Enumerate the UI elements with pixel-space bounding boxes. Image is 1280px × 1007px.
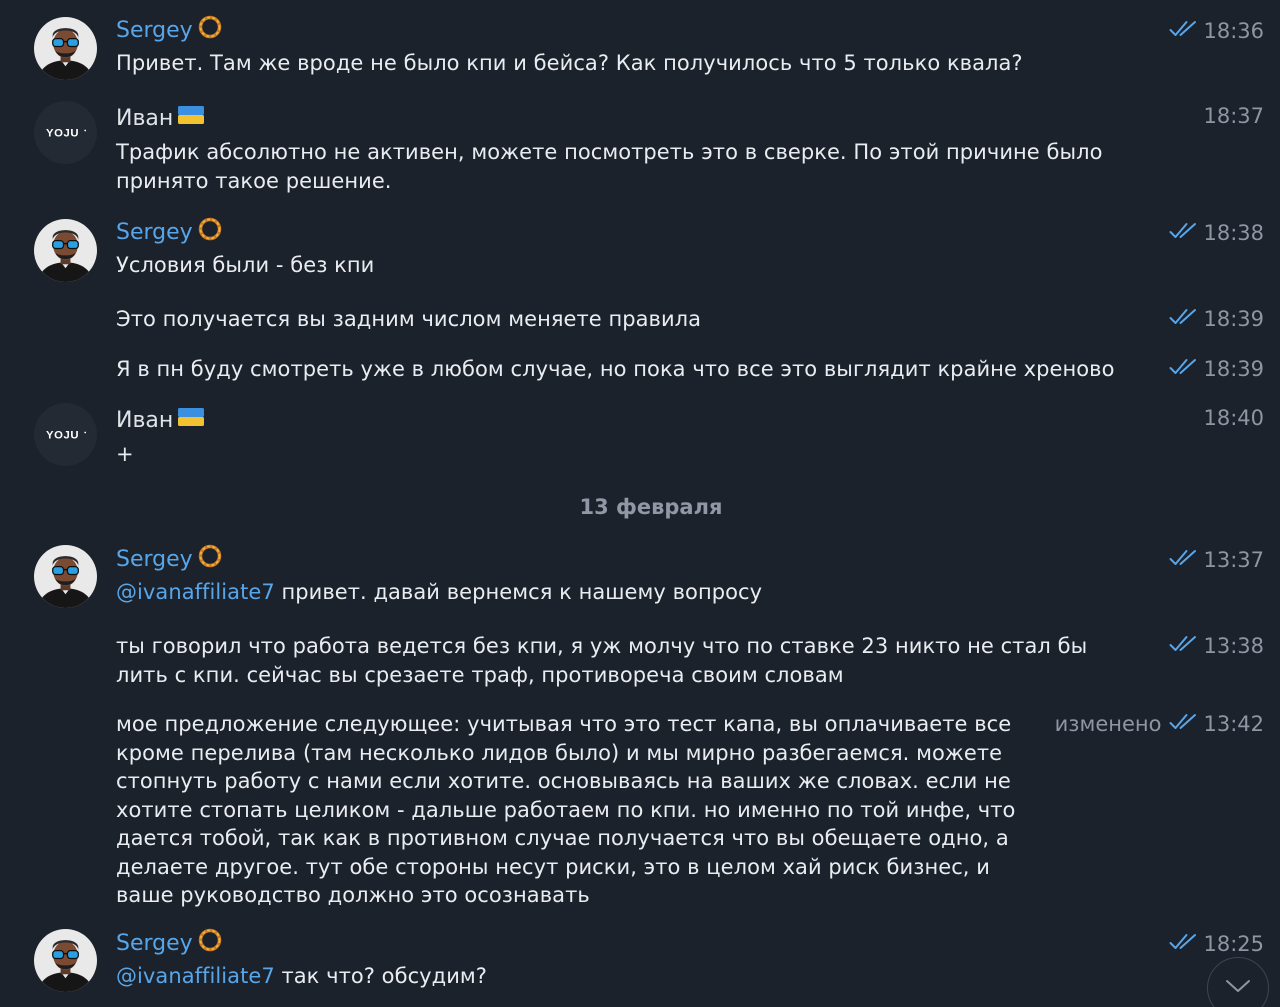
- double-check-icon: [1169, 307, 1197, 332]
- message-text[interactable]: @ivanaffiliate7 привет. давай вернемся к…: [116, 578, 762, 607]
- message-text[interactable]: мое предложение следующее: учитывая что …: [116, 710, 1015, 910]
- message-time: 13:42: [1203, 712, 1264, 736]
- message-meta: 13:38: [1169, 631, 1264, 661]
- message-time: 18:39: [1203, 357, 1264, 381]
- sender-name-text[interactable]: Sergey: [116, 929, 193, 959]
- edited-label: изменено: [1054, 712, 1162, 736]
- orange-ring-icon: [198, 15, 222, 48]
- message-meta: 18:39: [1169, 354, 1264, 384]
- message-time: 13:38: [1203, 634, 1264, 658]
- sender-name-text[interactable]: Иван: [116, 104, 173, 134]
- sender-name[interactable]: Иван: [116, 104, 204, 134]
- message-meta: 18:38: [1169, 218, 1264, 248]
- sergey-avatar-icon[interactable]: [34, 929, 97, 992]
- message-text[interactable]: Условия были - без кпи: [116, 251, 374, 280]
- message-meta: 13:37: [1169, 545, 1264, 575]
- message-meta: 18:36: [1169, 16, 1264, 46]
- yoju-logo-avatar-icon[interactable]: [34, 403, 97, 466]
- message-time: 18:37: [1203, 104, 1264, 128]
- sender-name[interactable]: Sergey: [116, 218, 222, 248]
- sender-name-text[interactable]: Иван: [116, 406, 173, 436]
- orange-ring-icon: [198, 217, 222, 250]
- sergey-avatar-icon[interactable]: [34, 17, 97, 80]
- sender-name[interactable]: Sergey: [116, 545, 222, 575]
- message-text[interactable]: ты говорил что работа ведется без кпи, я…: [116, 632, 1087, 689]
- message-meta: 18:39: [1169, 304, 1264, 334]
- chevron-down-icon: [1225, 978, 1251, 998]
- message-time: 18:25: [1203, 932, 1264, 956]
- message-time: 18:38: [1203, 221, 1264, 245]
- message-time: 18:39: [1203, 307, 1264, 331]
- double-check-icon: [1169, 712, 1197, 737]
- sender-name-text[interactable]: Sergey: [116, 218, 193, 248]
- double-check-icon: [1169, 932, 1197, 957]
- double-check-icon: [1169, 634, 1197, 659]
- orange-ring-icon: [198, 928, 222, 961]
- sergey-avatar-icon[interactable]: [34, 545, 97, 608]
- message-meta: 18:37: [1203, 101, 1264, 131]
- message-time: 18:40: [1203, 406, 1264, 430]
- message-meta: 18:40: [1203, 403, 1264, 433]
- double-check-icon: [1169, 548, 1197, 573]
- message-text[interactable]: Трафик абсолютно не активен, можете посм…: [116, 138, 1103, 195]
- sender-name-text[interactable]: Sergey: [116, 545, 193, 575]
- yoju-logo-avatar-icon[interactable]: [34, 101, 97, 164]
- message-text[interactable]: Я в пн буду смотреть уже в любом случае,…: [116, 355, 1115, 384]
- sender-name[interactable]: Sergey: [116, 929, 222, 959]
- double-check-icon: [1169, 357, 1197, 382]
- message-time: 13:37: [1203, 548, 1264, 572]
- user-mention-link[interactable]: @ivanaffiliate7: [116, 964, 275, 988]
- scroll-down-button[interactable]: [1207, 957, 1269, 1007]
- message-time: 18:36: [1203, 19, 1264, 43]
- message-text[interactable]: Это получается вы задним числом меняете …: [116, 305, 701, 334]
- sergey-avatar-icon[interactable]: [34, 219, 97, 282]
- message-body: привет. давай вернемся к нашему вопросу: [274, 580, 763, 604]
- sender-name[interactable]: Sergey: [116, 16, 222, 46]
- message-meta: изменено 13:42: [1055, 709, 1264, 739]
- double-check-icon: [1169, 19, 1197, 44]
- sender-name[interactable]: Иван: [116, 406, 204, 436]
- message-text[interactable]: Привет. Там же вроде не было кпи и бейса…: [116, 49, 1023, 78]
- message-body: так что? обсудим?: [274, 964, 488, 988]
- ukraine-flag-icon: [178, 406, 204, 436]
- date-separator: 13 февраля: [579, 495, 723, 519]
- double-check-icon: [1169, 221, 1197, 246]
- message-meta: 18:25: [1169, 929, 1264, 959]
- message-text[interactable]: @ivanaffiliate7 так что? обсудим?: [116, 962, 487, 991]
- ukraine-flag-icon: [178, 104, 204, 134]
- message-text[interactable]: +: [116, 440, 134, 469]
- orange-ring-icon: [198, 544, 222, 577]
- sender-name-text[interactable]: Sergey: [116, 16, 193, 46]
- user-mention-link[interactable]: @ivanaffiliate7: [116, 580, 275, 604]
